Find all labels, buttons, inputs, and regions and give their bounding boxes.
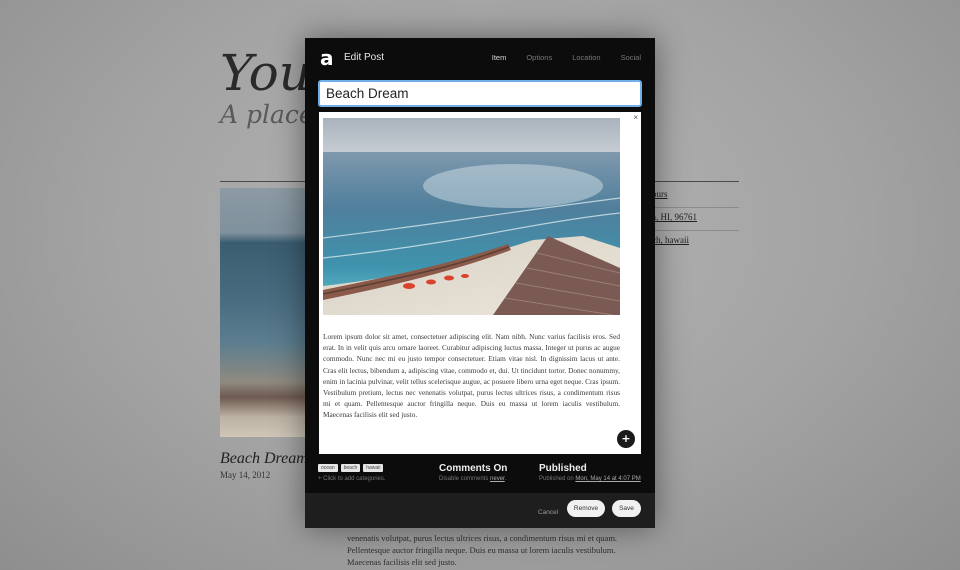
tag-hawaii[interactable]: hawaii <box>363 464 384 472</box>
tab-options[interactable]: Options <box>526 53 552 62</box>
publish-date-link[interactable]: Mon, May 14 at 4:07 PM <box>575 476 640 482</box>
comments-setting: Disable comments never. <box>439 476 506 482</box>
comments-setting-label: Disable comments <box>439 476 491 482</box>
comments-status: Comments On <box>439 463 508 474</box>
comments-setting-suffix: . <box>504 476 507 482</box>
modal-tabs: Item Options Location Social <box>492 53 641 62</box>
close-icon[interactable]: × <box>633 113 638 122</box>
edit-post-modal: a Edit Post Item Options Location Social… <box>305 38 655 528</box>
modal-title: Edit Post <box>344 52 385 63</box>
app-logo: a <box>320 46 334 70</box>
remove-button[interactable]: Remove <box>567 500 605 517</box>
tab-social[interactable]: Social <box>621 53 641 62</box>
meta-divider <box>652 230 739 231</box>
publish-date-label: Published on <box>539 476 576 482</box>
post-body-line: Pellentesque auctor fringilla neque. Dui… <box>347 545 616 555</box>
post-body-line: Maecenas facilisis elit sed justo. <box>347 557 457 567</box>
post-body: venenatis volutpat, purus lectus ultrice… <box>347 532 637 568</box>
post-photo <box>220 188 310 437</box>
post-image[interactable] <box>323 118 620 315</box>
post-editor[interactable]: × Lorem ipsum dolor sit amet, consectetu… <box>319 112 641 454</box>
publish-status: Published <box>539 463 587 474</box>
tag-beach[interactable]: beach <box>340 464 361 472</box>
post-meta-author[interactable]: ours <box>652 189 739 199</box>
tab-item[interactable]: Item <box>492 53 507 62</box>
post-body-text[interactable]: Lorem ipsum dolor sit amet, consectetuer… <box>323 331 620 421</box>
meta-divider <box>652 207 739 208</box>
add-content-button[interactable]: + <box>617 430 635 448</box>
add-categories-link[interactable]: + Click to add categories. <box>318 476 386 482</box>
tag-ocean[interactable]: ocean <box>318 464 338 472</box>
modal-footer: Cancel Remove Save <box>305 493 655 528</box>
post-meta-location[interactable]: a, HI, 96761 <box>652 212 739 222</box>
beach-photo <box>323 118 620 315</box>
post-title[interactable]: Beach Dream <box>220 450 308 468</box>
cancel-button[interactable]: Cancel <box>538 509 558 516</box>
post-title-input[interactable] <box>318 80 642 107</box>
disable-comments-link[interactable]: never <box>490 476 505 482</box>
post-meta-tags[interactable]: ch, hawaii <box>652 235 739 245</box>
tag-list: ocean beach hawaii <box>318 464 384 472</box>
save-button[interactable]: Save <box>612 500 641 517</box>
publish-date: Published on Mon, May 14 at 4:07 PM <box>539 476 641 482</box>
post-body-line: venenatis volutpat, purus lectus ultrice… <box>347 533 618 543</box>
tab-location[interactable]: Location <box>572 53 600 62</box>
post-date: May 14, 2012 <box>220 470 271 480</box>
